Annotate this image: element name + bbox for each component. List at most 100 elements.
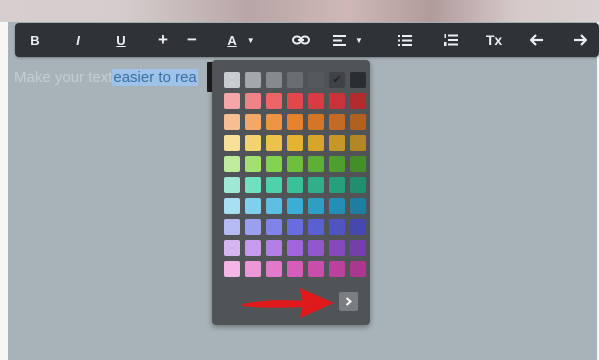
chevron-right-icon — [345, 297, 352, 306]
color-swatch[interactable] — [308, 135, 324, 151]
underline-label: U — [116, 32, 126, 48]
color-swatch[interactable] — [350, 261, 366, 277]
more-colors-button[interactable] — [339, 292, 358, 311]
color-swatch[interactable] — [329, 135, 345, 151]
color-swatch[interactable] — [245, 156, 261, 172]
numbered-list-icon — [444, 34, 458, 46]
color-swatch[interactable] — [266, 198, 282, 214]
bullet-list-icon — [398, 34, 412, 46]
italic-button[interactable]: I — [61, 23, 95, 57]
align-button[interactable]: ▼ — [328, 23, 368, 57]
color-swatch[interactable] — [266, 156, 282, 172]
color-swatch[interactable] — [329, 72, 345, 88]
caret-down-icon: ▼ — [355, 35, 363, 45]
color-swatch[interactable] — [266, 135, 282, 151]
color-swatch[interactable] — [329, 93, 345, 109]
color-swatch[interactable] — [350, 114, 366, 130]
color-swatch[interactable] — [308, 114, 324, 130]
color-swatch[interactable] — [308, 240, 324, 256]
color-swatch[interactable] — [308, 93, 324, 109]
color-swatch[interactable] — [266, 240, 282, 256]
color-swatch[interactable] — [350, 93, 366, 109]
color-swatch[interactable] — [350, 219, 366, 235]
color-swatch[interactable] — [308, 219, 324, 235]
color-swatch[interactable] — [350, 156, 366, 172]
color-swatch[interactable] — [266, 219, 282, 235]
editor-text-line[interactable]: Make your text easier to rea — [14, 66, 198, 88]
color-swatch[interactable] — [266, 177, 282, 193]
color-swatch[interactable] — [245, 219, 261, 235]
color-swatch[interactable] — [224, 240, 240, 256]
color-swatch[interactable] — [329, 261, 345, 277]
color-swatch[interactable] — [308, 177, 324, 193]
decrease-size-label: − — [187, 30, 197, 49]
clear-format-button[interactable]: Tx — [477, 23, 511, 57]
color-swatch[interactable] — [224, 114, 240, 130]
color-swatch[interactable] — [287, 72, 303, 88]
color-swatch[interactable] — [287, 219, 303, 235]
color-swatch[interactable] — [245, 261, 261, 277]
color-swatch[interactable] — [308, 198, 324, 214]
underline-button[interactable]: U — [104, 23, 138, 57]
color-swatch[interactable] — [224, 135, 240, 151]
color-swatch[interactable] — [350, 240, 366, 256]
color-swatch[interactable] — [350, 72, 366, 88]
color-swatch[interactable] — [224, 219, 240, 235]
link-button[interactable] — [284, 23, 318, 57]
color-swatch[interactable] — [329, 240, 345, 256]
color-swatch[interactable] — [287, 135, 303, 151]
bold-label: B — [30, 32, 40, 48]
color-swatch[interactable] — [224, 72, 240, 88]
color-swatch[interactable] — [245, 198, 261, 214]
color-swatch[interactable] — [329, 114, 345, 130]
color-swatch[interactable] — [224, 177, 240, 193]
color-swatch[interactable] — [287, 156, 303, 172]
italic-label: I — [76, 32, 80, 48]
color-swatch[interactable] — [266, 93, 282, 109]
color-swatch[interactable] — [308, 261, 324, 277]
undo-arrow-icon — [530, 34, 543, 46]
color-swatch[interactable] — [224, 198, 240, 214]
clear-format-label: Tx — [485, 32, 503, 48]
selected-text: easier to rea — [112, 68, 198, 86]
color-swatch[interactable] — [224, 261, 240, 277]
undo-button[interactable] — [520, 23, 554, 57]
color-swatch[interactable] — [266, 114, 282, 130]
numbered-list-button[interactable] — [434, 23, 468, 57]
color-swatch[interactable] — [329, 198, 345, 214]
color-swatch[interactable] — [308, 72, 324, 88]
color-swatch[interactable] — [245, 177, 261, 193]
color-swatch[interactable] — [245, 114, 261, 130]
color-swatch[interactable] — [224, 156, 240, 172]
background-photo — [0, 0, 599, 22]
link-icon — [292, 35, 310, 45]
color-swatch[interactable] — [329, 219, 345, 235]
color-swatch[interactable] — [287, 177, 303, 193]
color-swatch[interactable] — [245, 240, 261, 256]
color-swatch[interactable] — [308, 156, 324, 172]
color-swatch[interactable] — [287, 198, 303, 214]
bold-button[interactable]: B — [18, 23, 52, 57]
color-swatch[interactable] — [287, 93, 303, 109]
color-swatch[interactable] — [350, 198, 366, 214]
color-swatch[interactable] — [245, 135, 261, 151]
red-arrow-annotation — [242, 288, 334, 318]
color-swatch[interactable] — [245, 72, 261, 88]
color-swatch[interactable] — [287, 261, 303, 277]
color-swatch[interactable] — [245, 93, 261, 109]
color-swatch[interactable] — [224, 93, 240, 109]
color-swatch[interactable] — [350, 135, 366, 151]
caret-down-icon: ▼ — [246, 35, 255, 45]
bullet-list-button[interactable] — [388, 23, 422, 57]
redo-button[interactable] — [563, 23, 597, 57]
color-swatch[interactable] — [266, 72, 282, 88]
font-color-button[interactable]: A ▼ — [219, 23, 263, 57]
color-swatch[interactable] — [329, 156, 345, 172]
color-swatch[interactable] — [287, 240, 303, 256]
color-swatch[interactable] — [350, 177, 366, 193]
redo-arrow-icon — [574, 34, 587, 46]
color-swatch[interactable] — [266, 261, 282, 277]
decrease-size-button[interactable]: − — [175, 23, 209, 57]
color-swatch[interactable] — [287, 114, 303, 130]
color-swatch[interactable] — [329, 177, 345, 193]
